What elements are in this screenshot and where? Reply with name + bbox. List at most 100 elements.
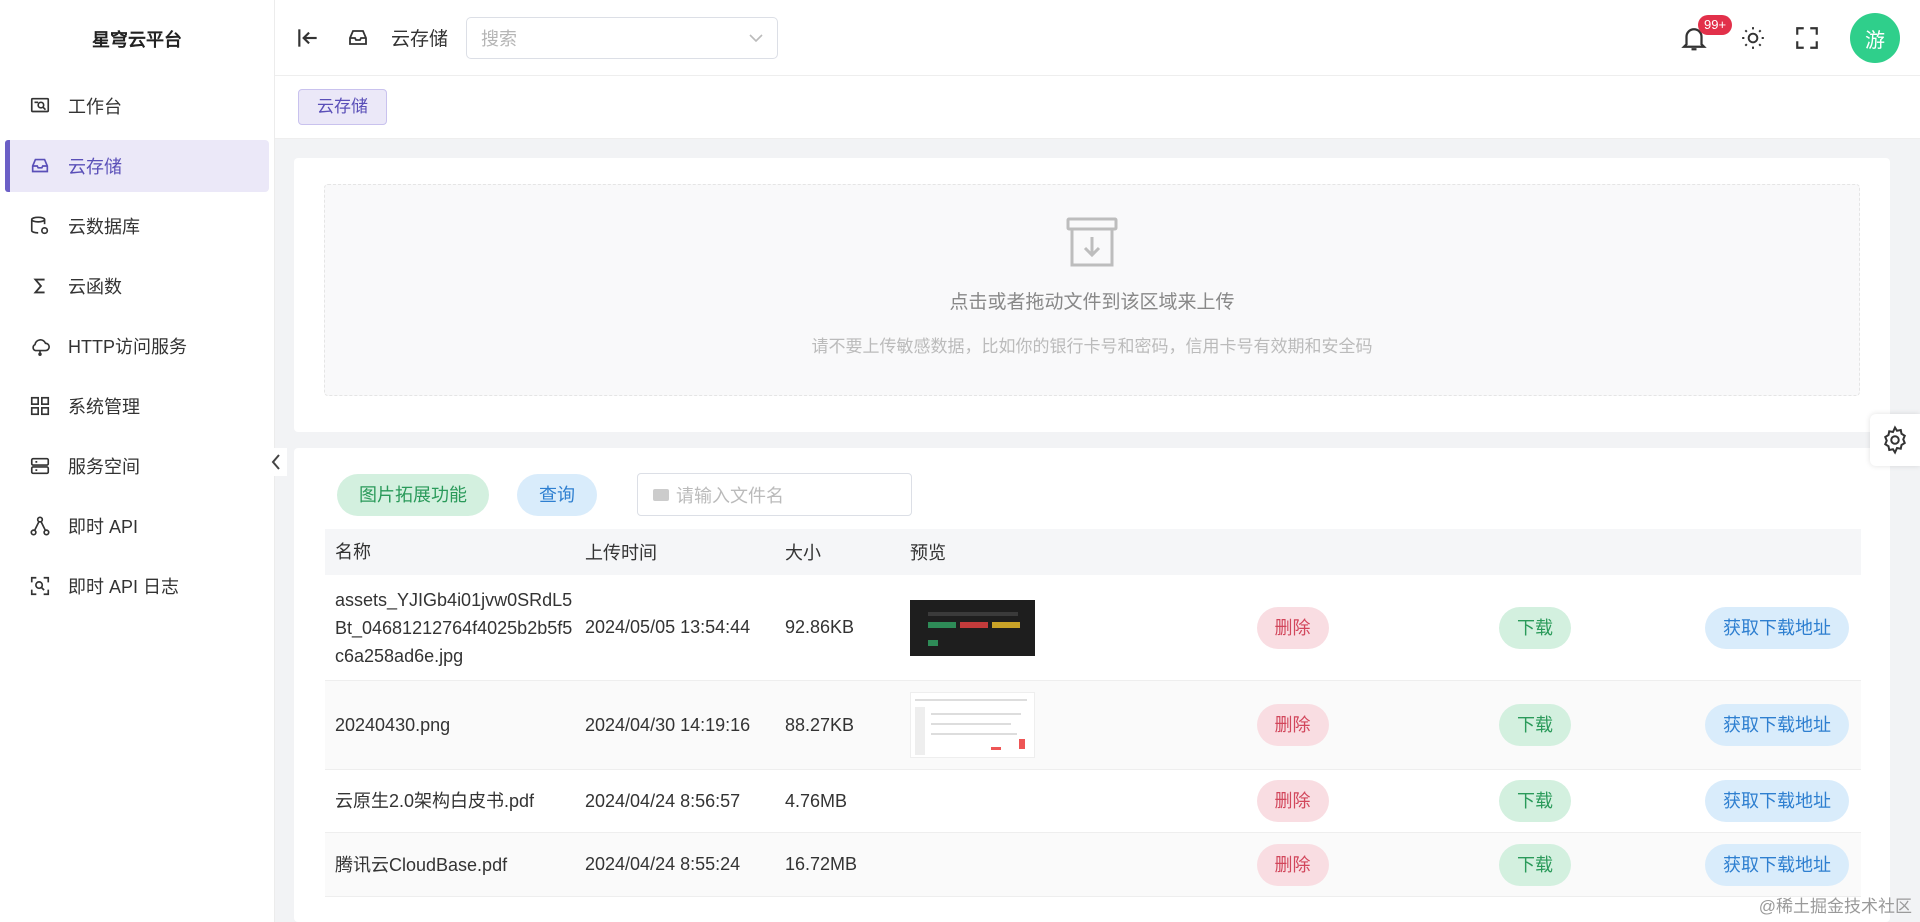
sidebar-item-label: 服务空间 [68, 457, 140, 477]
get-download-url-button[interactable]: 获取下载地址 [1705, 843, 1849, 886]
delete-button[interactable]: 删除 [1256, 780, 1329, 822]
page-title: 云存储 [391, 29, 449, 50]
avatar[interactable]: 游 [1850, 13, 1900, 63]
get-download-url-button[interactable]: 获取下载地址 [1705, 780, 1849, 822]
file-time: 2024/04/30 14:19:16 [585, 714, 751, 735]
notification-button[interactable]: 99+ [1674, 15, 1733, 58]
sidebar-item-label: 云存储 [68, 157, 122, 177]
upload-main-text: 点击或者拖动文件到该区域来上传 [949, 292, 1235, 313]
preview-thumbnail[interactable] [910, 599, 1035, 656]
storage-icon [349, 29, 367, 45]
column-header-preview: 预览 [910, 543, 946, 563]
function-icon [28, 274, 52, 298]
sidebar-item-http[interactable]: HTTP访问服务 [5, 320, 269, 372]
sidebar-item-api[interactable]: 即时 API [5, 500, 269, 552]
sidebar-item-label: 工作台 [68, 97, 122, 117]
file-icon [653, 488, 669, 501]
upload-dropzone[interactable]: 点击或者拖动文件到该区域来上传 请不要上传敏感数据，比如你的银行卡号和密码，信用… [324, 184, 1860, 396]
sidebar-item-label: 即时 API [68, 517, 139, 537]
file-name: 腾讯云CloudBase.pdf [335, 854, 508, 875]
app-root: 星穹云平台 工作台 云存储 云数据库 云函数 HTTP访问服务 系统管理 服务空… [0, 0, 1920, 922]
api-icon [28, 514, 52, 538]
chevron-down-icon [749, 33, 763, 42]
sidebar-item-storage[interactable]: 云存储 [5, 140, 269, 192]
table-row: 腾讯云CloudBase.pdf 2024/04/24 8:55:24 16.7… [325, 833, 1861, 897]
download-button[interactable]: 下载 [1499, 606, 1571, 649]
file-size: 88.27KB [785, 714, 855, 735]
file-name: 云原生2.0架构白皮书.pdf [335, 791, 535, 811]
file-preview [900, 692, 1150, 758]
watermark: @稀土掘金技术社区 [1758, 897, 1912, 916]
files-toolbar: 图片拓展功能 查询 请输入文件名 [337, 473, 912, 516]
get-download-url-button[interactable]: 获取下载地址 [1705, 704, 1849, 746]
file-preview [900, 599, 1150, 656]
sidebar-item-space[interactable]: 服务空间 [5, 440, 269, 492]
column-header-name: 名称 [335, 542, 371, 562]
sidebar-item-label: HTTP访问服务 [68, 337, 187, 357]
settings-button[interactable] [1870, 414, 1920, 466]
gear-icon [1884, 425, 1906, 455]
delete-button[interactable]: 删除 [1256, 704, 1329, 746]
header-actions: 99+ 游 [1674, 0, 1900, 76]
sidebar-item-label: 云函数 [68, 277, 122, 297]
inbox-download-icon [1064, 215, 1120, 269]
table-row: 20240430.png 2024/04/30 14:19:16 88.27KB… [325, 681, 1861, 770]
file-size: 92.86KB [785, 617, 855, 637]
upload-card: 点击或者拖动文件到该区域来上传 请不要上传敏感数据，比如你的银行卡号和密码，信用… [294, 158, 1890, 432]
image-extension-button[interactable]: 图片拓展功能 [337, 473, 489, 516]
tabs-bar: 云存储 [275, 76, 1920, 139]
sidebar-menu: 工作台 云存储 云数据库 云函数 HTTP访问服务 系统管理 服务空间 即时 A… [0, 80, 274, 612]
chevron-left-icon [271, 454, 280, 470]
log-icon [28, 574, 52, 598]
server-icon [28, 454, 52, 478]
fold-left-icon [298, 28, 317, 47]
table-row: assets_YJIGb4i01jvw0SRdL5Bt_04681212764f… [325, 575, 1861, 681]
fold-menu-button[interactable] [293, 23, 323, 53]
cloud-icon [28, 334, 52, 358]
sidebar-item-function[interactable]: 云函数 [5, 260, 269, 312]
search-select[interactable]: 搜索 [466, 16, 779, 59]
preview-thumbnail[interactable] [910, 692, 1035, 758]
download-button[interactable]: 下载 [1499, 780, 1571, 822]
storage-header-button[interactable] [343, 23, 373, 53]
file-time: 2024/04/24 8:56:57 [585, 790, 741, 811]
files-card: 图片拓展功能 查询 请输入文件名 名称 上传时间 大小 预览 assets_YJ… [294, 448, 1890, 922]
column-header-time: 上传时间 [585, 543, 657, 563]
database-icon [28, 214, 52, 238]
search-placeholder: 搜索 [481, 28, 518, 49]
workbench-icon [28, 94, 52, 118]
file-name: assets_YJIGb4i01jvw0SRdL5Bt_04681212764f… [335, 589, 573, 666]
theme-toggle-button[interactable] [1738, 23, 1768, 53]
file-name: 20240430.png [335, 715, 451, 735]
tab-storage[interactable]: 云存储 [298, 89, 387, 125]
download-button[interactable]: 下载 [1499, 843, 1571, 886]
sidebar-item-label: 系统管理 [68, 397, 140, 417]
fullscreen-icon [1796, 27, 1818, 49]
sidebar-item-database[interactable]: 云数据库 [5, 200, 269, 252]
files-table: 名称 上传时间 大小 预览 assets_YJIGb4i01jvw0SRdL5B… [325, 529, 1861, 897]
download-button[interactable]: 下载 [1499, 704, 1571, 746]
column-header-size: 大小 [785, 543, 821, 563]
query-button[interactable]: 查询 [517, 473, 597, 516]
delete-button[interactable]: 删除 [1256, 606, 1329, 649]
sidebar: 星穹云平台 工作台 云存储 云数据库 云函数 HTTP访问服务 系统管理 服务空… [0, 0, 275, 922]
sidebar-item-workbench[interactable]: 工作台 [5, 80, 269, 132]
top-header: 云存储 搜索 99+ 游 [275, 0, 1920, 76]
storage-icon [28, 154, 52, 178]
app-title: 星穹云平台 [92, 29, 182, 50]
file-time: 2024/04/24 8:55:24 [585, 854, 741, 874]
file-time: 2024/05/05 13:54:44 [585, 617, 751, 637]
sidebar-item-label: 云数据库 [68, 217, 140, 237]
filename-placeholder: 请输入文件名 [676, 485, 784, 506]
sidebar-item-label: 即时 API 日志 [68, 577, 180, 597]
sidebar-collapse-button[interactable] [265, 448, 287, 476]
file-size: 4.76MB [785, 790, 848, 811]
grid-icon [28, 394, 52, 418]
filename-input[interactable]: 请输入文件名 [637, 473, 912, 516]
sidebar-item-system[interactable]: 系统管理 [5, 380, 269, 432]
sidebar-item-api-log[interactable]: 即时 API 日志 [5, 560, 269, 612]
get-download-url-button[interactable]: 获取下载地址 [1705, 606, 1849, 649]
fullscreen-button[interactable] [1792, 23, 1822, 53]
delete-button[interactable]: 删除 [1256, 843, 1329, 886]
upload-hint-text: 请不要上传敏感数据，比如你的银行卡号和密码，信用卡号有效期和安全码 [811, 337, 1373, 356]
